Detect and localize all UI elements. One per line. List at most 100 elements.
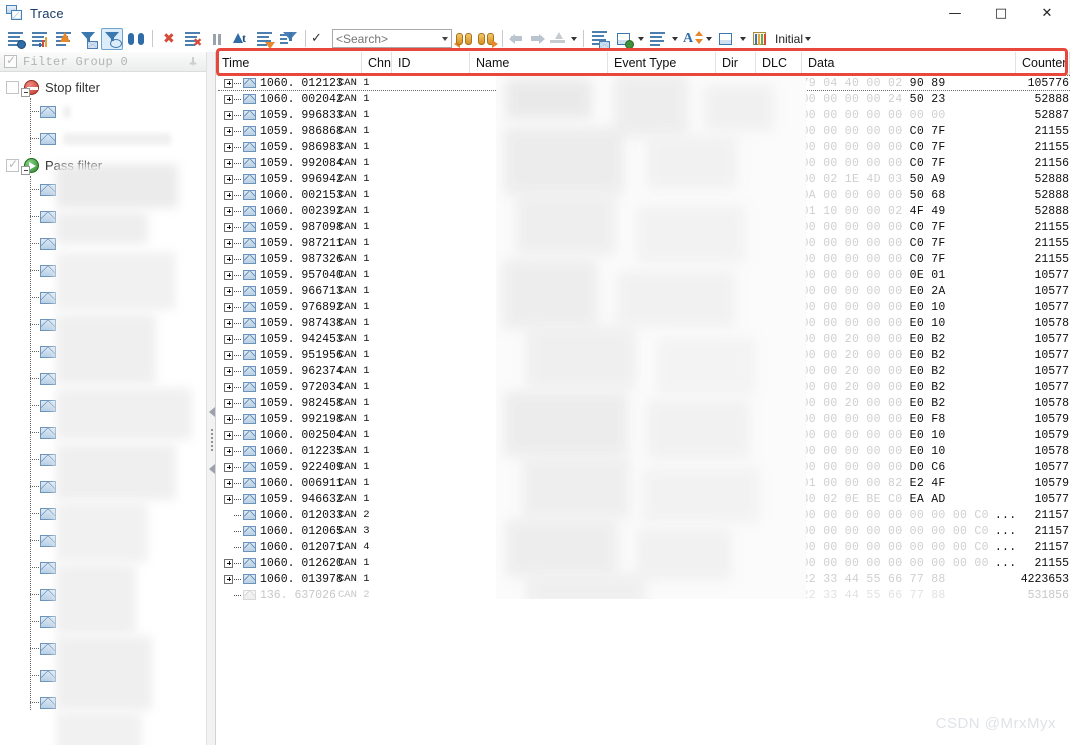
navigate-back-icon[interactable]: [507, 28, 527, 50]
table-row[interactable]: 1059. 986868 CAN 1 CAN FD Frame Rx 8 00 00 00…: [216, 123, 1070, 139]
panel-splitter[interactable]: [206, 52, 216, 745]
expand-row-icon[interactable]: [224, 158, 233, 168]
table-row[interactable]: 1060. 013978 CAN 1 CAN Frame Tx 8 11 22 33 44…: [216, 571, 1070, 587]
table-row[interactable]: 1060. 012620 CAN 1 CAN FD Frame Rx 15 00 00 0…: [216, 555, 1070, 571]
search-input-wrap[interactable]: [332, 29, 452, 48]
expand-row-icon[interactable]: [224, 94, 233, 104]
table-row[interactable]: 1059. 976892 CAN 1 CAN FD Frame Rx 8 00 00 00…: [216, 299, 1070, 315]
table-row[interactable]: 1060. 012071 CAN 4 CAN FD Frame Rx 15 00 00 0…: [216, 539, 1070, 555]
navigate-forward-icon[interactable]: [527, 28, 547, 50]
column-header-name[interactable]: Name: [470, 52, 608, 75]
collapse-left-icon-2[interactable]: [209, 464, 215, 474]
expand-row-icon[interactable]: [224, 270, 233, 280]
expand-row-icon[interactable]: [224, 382, 233, 392]
expand-row-icon[interactable]: [224, 558, 233, 568]
table-row[interactable]: 1059. 966713 CAN 1 CAN FD Frame Rx 8 02 00 00…: [216, 283, 1070, 299]
column-header-time[interactable]: Time: [216, 52, 362, 75]
expand-row-icon[interactable]: [224, 174, 233, 184]
table-row[interactable]: 1059. 992198 CAN 1 CAN FD Frame Rx 8 08 00 00…: [216, 411, 1070, 427]
table-row[interactable]: 1059. 942453 CAN 1 CAN FD Frame Rx 8 08 00 00…: [216, 331, 1070, 347]
expand-row-icon[interactable]: [224, 398, 233, 408]
layout-config-icon[interactable]: [715, 28, 737, 50]
expand-row-icon[interactable]: [224, 206, 233, 216]
expand-row-icon[interactable]: [224, 302, 233, 312]
pass-filter-checkbox[interactable]: [6, 157, 19, 172]
table-row[interactable]: 1059. 996942 CAN 1 CAN FD Frame Rx 8 64 00 02…: [216, 171, 1070, 187]
table-row[interactable]: 136. 637026 CAN 2 CAN Frame Rx 8 11 22 33 44 …: [216, 587, 1070, 603]
expand-row-icon[interactable]: [224, 254, 233, 264]
expand-rows-icon[interactable]: [53, 28, 75, 50]
filter-active-icon[interactable]: [101, 27, 123, 50]
table-row[interactable]: 1059. 946632 CAN 1 CAN FD Frame Rx 8 00 80 02…: [216, 491, 1070, 507]
stop-filter-node[interactable]: Stop filter: [0, 76, 206, 98]
column-header-data[interactable]: Data: [802, 52, 1016, 75]
close-button[interactable]: ✕: [1024, 0, 1070, 26]
column-header-dlc[interactable]: DLC: [756, 52, 802, 75]
table-row[interactable]: 1060. 002153 CAN 1 CAN FD Frame Rx 8 10 0A 00…: [216, 187, 1070, 203]
find-previous-icon[interactable]: [454, 28, 476, 50]
expand-row-icon[interactable]: [224, 494, 233, 504]
view-preset-chevron-down-icon[interactable]: [805, 36, 812, 41]
table-row[interactable]: 1059. 957040 CAN 1 CAN FD Frame Rx 8 00 00 00…: [216, 267, 1070, 283]
remove-rows-icon[interactable]: ✖: [182, 28, 204, 50]
expand-row-icon[interactable]: [224, 286, 233, 296]
expand-row-icon[interactable]: [224, 350, 233, 360]
view-preset-icon[interactable]: [749, 28, 771, 50]
expand-row-icon[interactable]: [224, 446, 233, 456]
column-config-chevron-down-icon[interactable]: [672, 36, 678, 41]
expand-row-icon[interactable]: [224, 238, 233, 248]
font-config-chevron-down-icon[interactable]: [706, 36, 712, 41]
column-header-event[interactable]: Event Type: [608, 52, 716, 75]
pause-icon[interactable]: [206, 28, 228, 50]
table-row[interactable]: 1059. 987438 CAN 1 CAN FD Frame Rx 8 00 00 00…: [216, 315, 1070, 331]
layout-config-chevron-down-icon[interactable]: [740, 36, 746, 41]
table-row[interactable]: 1060. 012033 CAN 2 CAN FD Frame Rx 15 00 00 0…: [216, 507, 1070, 523]
collapse-left-icon[interactable]: [209, 407, 215, 417]
find-binoculars-icon[interactable]: [125, 28, 147, 50]
pin-icon[interactable]: [189, 57, 197, 67]
search-confirm-icon[interactable]: [310, 28, 326, 50]
find-next-icon[interactable]: [476, 28, 498, 50]
table-row[interactable]: 1060. 012123 CAN 1 CAN Frame Rx 8 B0 79 04 40…: [216, 75, 1070, 91]
table-row[interactable]: 1060. 012235 CAN 1 CAN FD Frame Rx 8 00 00 00…: [216, 443, 1070, 459]
column-header-counter[interactable]: Counter: [1016, 52, 1070, 75]
measurement-icon[interactable]: [547, 28, 569, 50]
expand-row-icon[interactable]: [224, 574, 233, 584]
expand-row-icon[interactable]: [224, 318, 233, 328]
table-row[interactable]: 1060. 002042 CAN 1 CAN FD Frame Rx 8 05 00 00…: [216, 91, 1070, 107]
list-item[interactable]: [0, 125, 206, 152]
table-row[interactable]: 1060. 012065 CAN 3 CAN FD Frame Rx 15 00 00 0…: [216, 523, 1070, 539]
table-row[interactable]: 1059. 996833 CAN 1 CAN FD Frame Rx 8 00 00 00…: [216, 107, 1070, 123]
view-preset-label[interactable]: Initial: [775, 32, 803, 46]
column-config-icon[interactable]: [647, 28, 669, 50]
table-row[interactable]: 1059. 992084 CAN 1 CAN FD Frame Rx 8 00 00 00…: [216, 155, 1070, 171]
expand-row-icon[interactable]: [224, 110, 233, 120]
filter-config-icon[interactable]: [278, 28, 300, 50]
search-input[interactable]: [333, 30, 451, 47]
splitter-grip[interactable]: [210, 427, 214, 459]
expand-row-icon[interactable]: [224, 430, 233, 440]
expand-row-icon[interactable]: [224, 142, 233, 152]
expand-row-icon[interactable]: [224, 222, 233, 232]
filter-group-checkbox[interactable]: [4, 53, 17, 68]
font-config-icon[interactable]: A: [681, 28, 703, 50]
maximize-button[interactable]: □: [978, 0, 1024, 26]
table-row[interactable]: 1060. 002392 CAN 1 CAN Frame Rx 8 40 01 10 00…: [216, 203, 1070, 219]
table-row[interactable]: 1059. 922409 CAN 1 CAN FD Frame Rx 8 00 00 00…: [216, 459, 1070, 475]
web-export-icon[interactable]: [613, 28, 635, 50]
stop-filter-checkbox[interactable]: [6, 80, 19, 94]
chevron-down-icon[interactable]: [442, 37, 448, 41]
list-item[interactable]: [0, 98, 206, 125]
expand-row-icon[interactable]: [224, 190, 233, 200]
open-config-icon[interactable]: [589, 28, 611, 50]
show-time-config-icon[interactable]: [5, 28, 27, 50]
pass-filter-collapse-icon[interactable]: [21, 166, 30, 175]
measurement-chevron-down-icon[interactable]: [571, 36, 577, 41]
column-header-id[interactable]: ID: [392, 52, 470, 75]
table-row[interactable]: 1059. 986983 CAN 1 CAN FD Frame Rx 8 00 00 00…: [216, 139, 1070, 155]
table-row[interactable]: 1059. 987098 CAN 1 CAN FD Frame Rx 8 00 00 00…: [216, 219, 1070, 235]
expand-row-icon[interactable]: [224, 478, 233, 488]
filter-messages-icon[interactable]: [77, 28, 99, 50]
stop-filter-collapse-icon[interactable]: [21, 88, 30, 97]
table-row[interactable]: 1059. 982458 CAN 1 CAN FD Frame Rx 8 08 00 00…: [216, 395, 1070, 411]
